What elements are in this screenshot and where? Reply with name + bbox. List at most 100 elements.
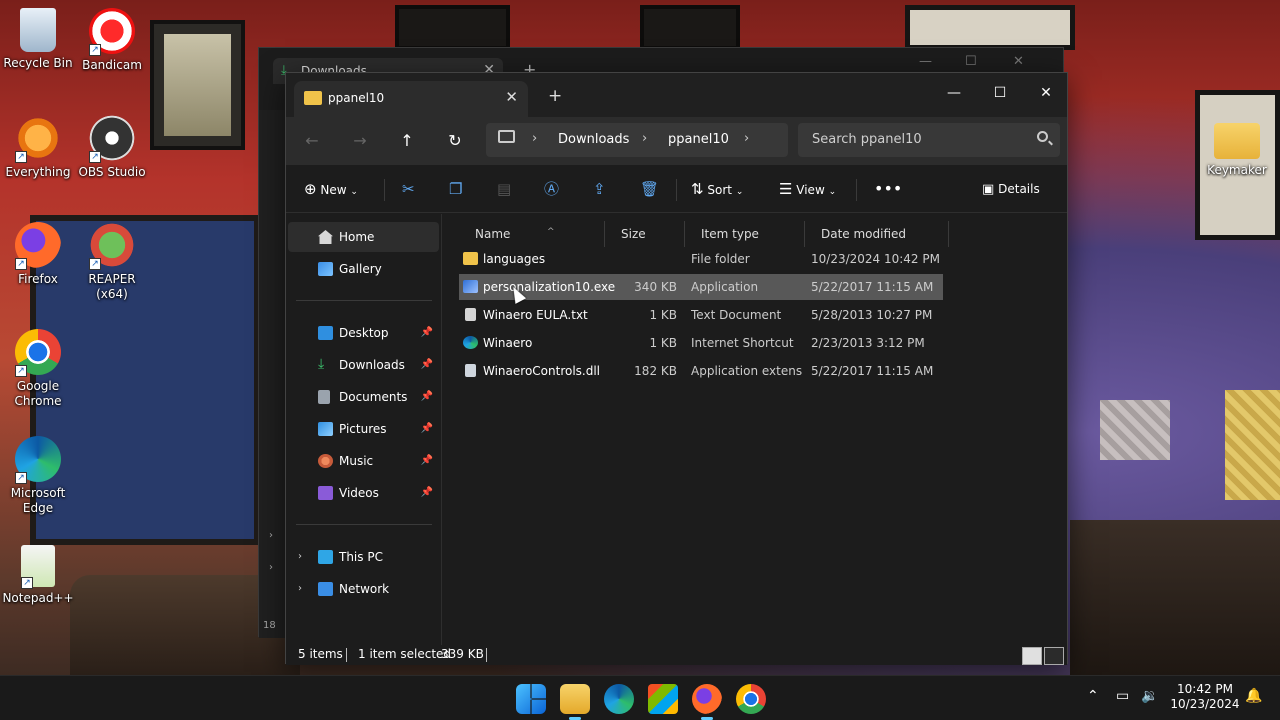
divider (676, 179, 677, 201)
search-icon (1037, 131, 1048, 142)
navigation-bar: ← → ↑ ↻ › Downloads › ppanel10 › Search … (286, 117, 1067, 165)
copy-icon: ❐ (449, 180, 463, 198)
shortcut-arrow-icon: ↗ (15, 472, 27, 484)
desktop-icon-obs-studio[interactable]: ↗ OBS Studio (74, 115, 150, 180)
column-header-date-modified[interactable]: Date modified (805, 221, 949, 247)
shortcut-arrow-icon: ↗ (15, 258, 27, 270)
share-button[interactable]: ⇪ (593, 175, 606, 203)
chevron-down-icon: ⌄ (350, 187, 358, 197)
cut-button[interactable]: ✂ (402, 175, 415, 203)
maximize-button[interactable]: ☐ (965, 54, 977, 69)
sidebar-item-downloads[interactable]: ⤓ Downloads 📌 (288, 350, 439, 380)
desktop-icon-firefox[interactable]: ↗ Firefox (0, 222, 76, 287)
sidebar-item-gallery[interactable]: Gallery (288, 254, 439, 284)
view-button[interactable]: ☰ View ⌄ (779, 175, 836, 203)
pin-icon[interactable]: 📌 (421, 382, 433, 412)
sidebar-item-documents[interactable]: Documents 📌 (288, 382, 439, 412)
desktop-icon-everything[interactable]: ↗ Everything (0, 115, 76, 180)
pin-icon[interactable]: 📌 (421, 414, 433, 444)
start-button[interactable] (516, 684, 546, 714)
sidebar-item-videos[interactable]: Videos 📌 (288, 478, 439, 508)
close-window-button[interactable]: ✕ (1023, 78, 1069, 108)
close-button[interactable]: ✕ (1013, 54, 1024, 69)
desktop-icon-notepad-plus-plus[interactable]: ↗ Notepad++ (0, 545, 76, 606)
file-explorer-taskbar-icon[interactable] (560, 684, 590, 720)
title-bar[interactable]: ppanel10 ✕ + — ☐ ✕ (286, 73, 1067, 117)
rename-button[interactable]: Ⓐ (544, 175, 559, 203)
desktop-icon-reaper[interactable]: ↗ REAPER (x64) (74, 222, 150, 302)
volume-icon[interactable]: 🔉 (1141, 688, 1158, 704)
paste-button[interactable]: ▤ (497, 175, 511, 203)
pin-icon[interactable]: 📌 (421, 446, 433, 476)
tab-ppanel10[interactable]: ppanel10 ✕ (294, 81, 528, 117)
plus-circle-icon: ⊕ (304, 180, 317, 198)
minimize-button[interactable]: — (931, 78, 977, 108)
delete-button[interactable]: 🗑 (640, 175, 659, 203)
sidebar-item-pictures[interactable]: Pictures 📌 (288, 414, 439, 444)
pin-icon[interactable]: 📌 (421, 350, 433, 380)
store-taskbar-icon[interactable] (648, 684, 678, 714)
folder-icon (463, 252, 478, 265)
pin-icon[interactable]: 📌 (421, 478, 433, 508)
sort-button[interactable]: ⇅ Sort ⌄ (691, 175, 743, 203)
more-options-button[interactable]: ••• (874, 175, 902, 203)
application-icon (463, 280, 478, 293)
large-icons-view-button[interactable] (1044, 647, 1064, 665)
desktop-icon-microsoft-edge[interactable]: ↗ Microsoft Edge (0, 436, 76, 516)
divider (384, 179, 385, 201)
table-row[interactable]: Winaero EULA.txt 1 KB Text Document 5/28… (459, 302, 943, 328)
sidebar-item-desktop[interactable]: Desktop 📌 (288, 318, 439, 348)
forward-button[interactable]: → (344, 127, 376, 155)
sidebar-item-network[interactable]: › Network (288, 574, 439, 604)
details-pane-button[interactable]: ▣ Details (982, 175, 1040, 203)
search-input[interactable]: Search ppanel10 (798, 123, 1060, 157)
chevron-right-icon[interactable]: › (642, 131, 647, 146)
chrome-taskbar-icon[interactable] (736, 684, 766, 714)
desktop-icon-bandicam[interactable]: ↗ Bandicam (74, 8, 150, 73)
new-button[interactable]: ⊕ New ⌄ (304, 175, 358, 203)
desktop-icon-keymaker[interactable]: Keymaker (1199, 115, 1275, 178)
dll-file-icon (465, 364, 476, 377)
notification-bell-icon[interactable]: 🔔 (1245, 688, 1262, 704)
pin-icon[interactable]: 📌 (421, 318, 433, 348)
chevron-up-icon[interactable]: ⌃ (1087, 688, 1099, 704)
desktop-icon-recycle-bin[interactable]: Recycle Bin (0, 8, 76, 71)
new-tab-button[interactable]: + (548, 86, 562, 106)
back-button[interactable]: ← (296, 127, 328, 155)
sidebar-item-music[interactable]: Music 📌 (288, 446, 439, 476)
refresh-button[interactable]: ↻ (439, 127, 471, 155)
desktop-icon-google-chrome[interactable]: ↗ Google Chrome (0, 329, 76, 409)
chevron-right-icon[interactable]: › (298, 542, 302, 572)
column-header-size[interactable]: Size (605, 221, 685, 247)
shortcut-arrow-icon: ↗ (21, 577, 33, 589)
chevron-right-icon[interactable]: › (269, 530, 273, 541)
column-header-type[interactable]: Item type (685, 221, 805, 247)
chevron-right-icon[interactable]: › (298, 574, 302, 604)
table-row-selected[interactable]: personalization10.exe 340 KB Application… (459, 274, 943, 300)
edge-taskbar-icon[interactable] (604, 684, 634, 714)
details-view-button[interactable] (1022, 647, 1042, 665)
sidebar-item-this-pc[interactable]: › This PC (288, 542, 439, 572)
clock[interactable]: 10:42 PM 10/23/2024 (1170, 682, 1240, 712)
sidebar-item-home[interactable]: Home (288, 222, 439, 252)
divider (486, 648, 487, 662)
up-button[interactable]: ↑ (391, 127, 423, 155)
chevron-right-icon[interactable]: › (744, 131, 749, 146)
explorer-window[interactable]: ppanel10 ✕ + — ☐ ✕ ← → ↑ ↻ › Downloads ›… (285, 72, 1068, 665)
table-row[interactable]: languages File folder 10/23/2024 10:42 P… (459, 246, 943, 272)
table-row[interactable]: WinaeroControls.dll 182 KB Application e… (459, 358, 943, 384)
close-tab-icon[interactable]: ✕ (505, 88, 518, 106)
chevron-right-icon[interactable]: › (269, 562, 273, 573)
breadcrumb-ppanel10[interactable]: ppanel10 (668, 132, 729, 147)
minimize-button[interactable]: — (919, 54, 932, 69)
maximize-button[interactable]: ☐ (977, 78, 1023, 108)
table-row[interactable]: Winaero 1 KB Internet Shortcut 2/23/2013… (459, 330, 943, 356)
network-status-icon[interactable]: ▭ (1116, 688, 1129, 704)
chevron-right-icon[interactable]: › (532, 131, 537, 146)
copy-button[interactable]: ❐ (449, 175, 462, 203)
firefox-taskbar-icon[interactable] (692, 684, 722, 720)
address-bar[interactable]: › Downloads › ppanel10 › (486, 123, 788, 157)
details-pane-icon: ▣ (982, 182, 995, 197)
column-header-name[interactable]: ^ Name (459, 221, 605, 247)
breadcrumb-downloads[interactable]: Downloads (558, 132, 629, 147)
